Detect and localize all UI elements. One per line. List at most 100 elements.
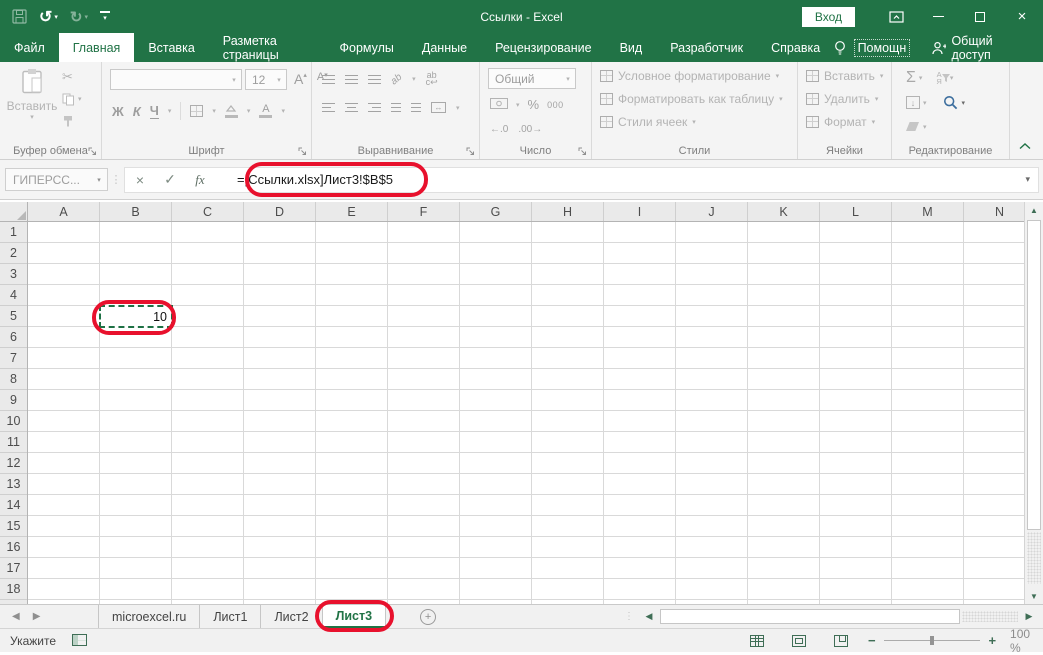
minimize-button[interactable] [917,0,959,33]
fill-color-button[interactable] [225,105,238,118]
zoom-slider-thumb[interactable] [930,636,934,645]
zoom-slider[interactable] [884,640,981,641]
borders-button[interactable] [190,105,203,117]
ribbon-tab-Вставка[interactable]: Вставка [134,33,208,62]
orientation-caret-icon[interactable]: ▾ [412,75,416,83]
enter-button[interactable]: ✓ [155,171,185,188]
clipboard-dialog-launcher[interactable] [88,146,98,156]
column-header-F[interactable]: F [388,202,460,221]
font-dialog-launcher[interactable] [298,146,308,156]
zoom-level[interactable]: 100 % [1010,627,1043,655]
ribbon-tab-Рецензирование[interactable]: Рецензирование [481,33,606,62]
sheet-tab-Лист1[interactable]: Лист1 [200,605,261,628]
underline-button[interactable]: Ч [150,103,159,119]
cut-button[interactable]: ✂ [62,70,82,84]
undo-button[interactable]: ↺▾ [39,7,58,27]
column-header-K[interactable]: K [748,202,820,221]
ribbon-tab-Справка[interactable]: Справка [757,33,834,62]
row-header-4[interactable]: 4 [0,285,27,306]
fill-button[interactable]: ↓▾ [906,96,927,109]
ribbon-tab-Файл[interactable]: Файл [0,33,59,62]
align-top-button[interactable] [322,75,335,84]
decrease-indent-button[interactable] [391,103,401,112]
align-middle-button[interactable] [345,75,358,84]
cell-area[interactable]: 10 [28,222,1024,604]
row-header-2[interactable]: 2 [0,243,27,264]
horizontal-scroll-thumb[interactable] [660,609,960,624]
collapse-ribbon-button[interactable] [1019,139,1031,153]
column-header-M[interactable]: M [892,202,964,221]
column-header-B[interactable]: B [100,202,172,221]
comma-style-button[interactable]: 000 [547,100,564,110]
hscroll-right-button[interactable]: ▶ [1022,611,1036,622]
row-header-1[interactable]: 1 [0,222,27,243]
zoom-out-button[interactable]: − [868,633,876,648]
save-icon[interactable] [12,9,27,24]
cell-styles-button[interactable]: Стили ячеек▾ [600,113,783,130]
row-header-17[interactable]: 17 [0,558,27,579]
font-name-combo[interactable]: ▾ [110,69,242,90]
bold-button[interactable]: Ж [112,104,124,119]
align-left-button[interactable] [322,103,335,112]
close-button[interactable]: × [1001,0,1043,33]
number-dialog-launcher[interactable] [578,146,588,156]
row-header-10[interactable]: 10 [0,411,27,432]
increase-decimal-button[interactable]: ←.0 [490,124,508,135]
tab-split-handle[interactable]: ⋮ [624,611,634,622]
column-header-D[interactable]: D [244,202,316,221]
select-all-corner[interactable] [0,202,28,222]
normal-view-button[interactable] [750,635,764,647]
sheet-tab-microexcel.ru[interactable]: microexcel.ru [98,605,200,628]
format-cells-button[interactable]: Формат▾ [806,113,883,130]
insert-cells-button[interactable]: Вставить▾ [806,67,883,84]
signin-button[interactable]: Вход [802,7,855,27]
column-header-A[interactable]: A [28,202,100,221]
grow-font-button[interactable]: А▴ [294,71,307,87]
formula-input[interactable]: =[Ссылки.xlsx]Лист3!$B$5 [237,172,393,187]
maximize-button[interactable] [959,0,1001,33]
accounting-caret-icon[interactable]: ▾ [516,101,520,109]
format-as-table-button[interactable]: Форматировать как таблицу▾ [600,90,783,107]
page-break-view-button[interactable] [834,635,848,647]
horizontal-scrollbar[interactable] [660,609,1018,624]
share-button[interactable]: Общий доступ [932,34,1031,62]
scroll-up-button[interactable]: ▲ [1025,202,1043,218]
scroll-down-button[interactable]: ▼ [1025,588,1043,604]
row-header-8[interactable]: 8 [0,369,27,390]
row-header-16[interactable]: 16 [0,537,27,558]
active-cell-B5[interactable]: 10 [99,305,173,328]
orientation-button[interactable]: ab [389,71,405,87]
sort-filter-button[interactable]: АЯ▾ [936,71,953,85]
add-sheet-button[interactable]: + [420,609,436,625]
align-right-button[interactable] [368,103,381,112]
format-painter-button[interactable] [62,114,82,128]
column-header-H[interactable]: H [532,202,604,221]
ribbon-tab-Разметка страницы[interactable]: Разметка страницы [209,33,326,62]
font-size-combo[interactable]: 12▾ [245,69,287,90]
paste-button[interactable]: Вставить ▾ [6,68,58,121]
column-header-E[interactable]: E [316,202,388,221]
ribbon-tab-Формулы[interactable]: Формулы [325,33,407,62]
ribbon-tab-Вид[interactable]: Вид [606,33,657,62]
hscroll-left-button[interactable]: ◀ [642,611,656,622]
row-header-18[interactable]: 18 [0,579,27,600]
formula-bar-handle[interactable]: ⋮ [108,173,124,186]
name-box[interactable]: ГИПЕРСС... ▾ [5,168,108,191]
autosum-button[interactable]: Σ▾ [906,69,922,87]
copy-button[interactable]: ▾ [62,92,82,106]
undo-caret-icon[interactable]: ▾ [54,13,58,21]
accounting-format-button[interactable] [490,98,508,112]
column-header-J[interactable]: J [676,202,748,221]
insert-function-button[interactable]: fx [185,172,215,188]
redo-button[interactable]: ↻▾ [70,8,88,26]
ribbon-tab-Разработчик[interactable]: Разработчик [656,33,757,62]
vertical-scroll-thumb[interactable] [1027,220,1041,530]
alignment-dialog-launcher[interactable] [466,146,476,156]
vertical-scrollbar[interactable]: ▲ ▼ [1024,202,1043,604]
percent-style-button[interactable]: % [528,97,540,112]
delete-cells-button[interactable]: Удалить▾ [806,90,883,107]
column-header-N[interactable]: N [964,202,1024,221]
row-header-9[interactable]: 9 [0,390,27,411]
ribbon-tab-Данные[interactable]: Данные [408,33,481,62]
cancel-button[interactable]: × [125,172,155,188]
